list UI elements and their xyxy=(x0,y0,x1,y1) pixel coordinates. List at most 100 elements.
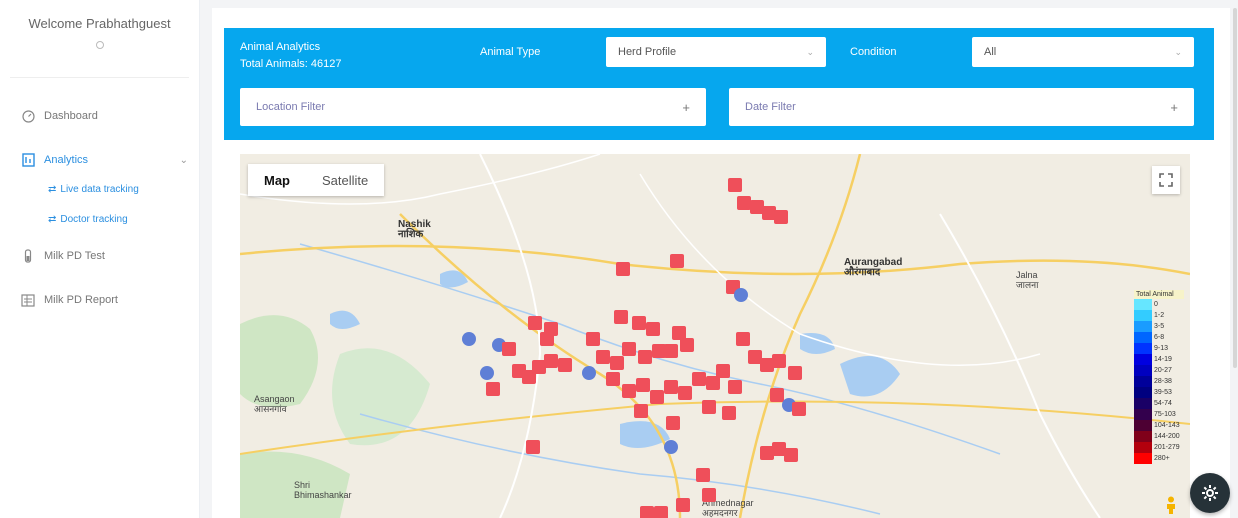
map-marker[interactable] xyxy=(528,316,542,330)
map-marker[interactable] xyxy=(544,354,558,368)
map-marker[interactable] xyxy=(788,366,802,380)
map-marker[interactable] xyxy=(736,332,750,346)
legend-row: 75-103 xyxy=(1134,409,1184,420)
map-marker[interactable] xyxy=(706,376,720,390)
map-marker[interactable] xyxy=(650,390,664,404)
map-marker[interactable] xyxy=(664,440,678,454)
sidebar-divider xyxy=(10,77,189,78)
legend-value: 3-5 xyxy=(1154,323,1165,330)
map-marker[interactable] xyxy=(632,316,646,330)
map-view[interactable]: Map Satellite Nashik नाशिक Aurangabad औरंग… xyxy=(240,154,1190,518)
map-marker[interactable] xyxy=(616,262,630,276)
map-marker[interactable] xyxy=(722,406,736,420)
legend-value: 9-13 xyxy=(1154,345,1169,352)
map-marker[interactable] xyxy=(558,358,572,372)
map-marker[interactable] xyxy=(678,386,692,400)
sidebar-item-dashboard[interactable]: Dashboard xyxy=(20,104,200,128)
map-marker[interactable] xyxy=(540,332,554,346)
map-marker[interactable] xyxy=(666,416,680,430)
legend-value: 75-103 xyxy=(1154,411,1176,418)
map-marker[interactable] xyxy=(692,372,706,386)
map-marker[interactable] xyxy=(702,488,716,502)
legend-value: 104-143 xyxy=(1154,422,1180,429)
sidebar-item-label: Milk PD Report xyxy=(44,294,118,306)
date-filter[interactable]: Date Filter + xyxy=(729,88,1194,126)
legend-swatch xyxy=(1134,453,1152,464)
satellite-tab[interactable]: Satellite xyxy=(306,164,384,196)
city-label: Jalna जालना xyxy=(1016,270,1039,290)
fullscreen-button[interactable] xyxy=(1152,166,1180,194)
legend-row: 201-279 xyxy=(1134,442,1184,453)
sidebar-item-label: Analytics xyxy=(44,154,89,166)
sidebar-item-analytics[interactable]: Analytics ⌄ xyxy=(20,148,200,172)
analytics-title-block: Animal Analytics Total Animals: 46127 xyxy=(240,39,342,73)
map-marker[interactable] xyxy=(770,388,784,402)
condition-value: All xyxy=(984,46,997,58)
map-marker[interactable] xyxy=(654,506,668,518)
map-marker[interactable] xyxy=(728,380,742,394)
animal-type-select[interactable]: Herd Profile ⌄ xyxy=(606,37,826,67)
map-marker[interactable] xyxy=(480,366,494,380)
sub-item-icon: ⇄ xyxy=(48,183,57,195)
map-marker[interactable] xyxy=(646,322,660,336)
map-marker[interactable] xyxy=(638,350,652,364)
chevron-down-icon: ⌄ xyxy=(806,46,814,57)
map-marker[interactable] xyxy=(634,404,648,418)
map-marker[interactable] xyxy=(696,468,710,482)
map-marker[interactable] xyxy=(680,338,694,352)
analytics-icon xyxy=(20,152,36,168)
map-marker[interactable] xyxy=(784,448,798,462)
legend-value: 144-200 xyxy=(1154,433,1180,440)
map-marker[interactable] xyxy=(664,344,678,358)
map-marker[interactable] xyxy=(734,288,748,302)
legend-swatch xyxy=(1134,398,1152,409)
location-filter[interactable]: Location Filter + xyxy=(240,88,706,126)
map-marker[interactable] xyxy=(716,364,730,378)
map-marker[interactable] xyxy=(486,382,500,396)
map-marker[interactable] xyxy=(586,332,600,346)
legend-value: 39-53 xyxy=(1154,389,1172,396)
legend-value: 28-38 xyxy=(1154,378,1172,385)
map-tab[interactable]: Map xyxy=(248,164,306,196)
map-marker[interactable] xyxy=(582,366,596,380)
map-marker[interactable] xyxy=(606,372,620,386)
sidebar-subitem-doctor-tracking[interactable]: ⇄ Doctor tracking xyxy=(48,208,200,230)
map-marker[interactable] xyxy=(676,498,690,512)
user-status-icon xyxy=(95,41,104,49)
map-marker[interactable] xyxy=(792,402,806,416)
map-marker[interactable] xyxy=(640,506,654,518)
map-marker[interactable] xyxy=(622,384,636,398)
map-marker[interactable] xyxy=(664,380,678,394)
welcome-text: Welcome Prabhathguest xyxy=(28,16,171,31)
map-marker[interactable] xyxy=(670,254,684,268)
map-marker[interactable] xyxy=(462,332,476,346)
legend-swatch xyxy=(1134,332,1152,343)
legend-row: 3-5 xyxy=(1134,321,1184,332)
filter-header: Animal Analytics Total Animals: 46127 An… xyxy=(224,28,1214,140)
map-marker[interactable] xyxy=(636,378,650,392)
legend-value: 0 xyxy=(1154,301,1158,308)
map-marker[interactable] xyxy=(526,440,540,454)
map-marker[interactable] xyxy=(702,400,716,414)
condition-select[interactable]: All ⌄ xyxy=(972,37,1194,67)
sidebar-item-milk-pd-test[interactable]: Milk PD Test xyxy=(20,244,200,268)
map-marker[interactable] xyxy=(596,350,610,364)
legend-value: 1-2 xyxy=(1154,312,1165,319)
sidebar-item-milk-pd-report[interactable]: Milk PD Report xyxy=(20,288,200,312)
settings-button[interactable] xyxy=(1190,473,1230,513)
page-scrollbar[interactable] xyxy=(1233,8,1237,368)
city-label: Aurangabad औरंगाबाद xyxy=(844,257,903,278)
map-marker[interactable] xyxy=(772,354,786,368)
legend-swatch xyxy=(1134,310,1152,321)
pegman-icon[interactable] xyxy=(1164,496,1178,514)
app-root: Welcome Prabhathguest Dashboard Analytic… xyxy=(0,0,1238,518)
sidebar-subitem-live-tracking[interactable]: ⇄ Live data tracking xyxy=(48,178,200,200)
map-marker[interactable] xyxy=(728,178,742,192)
map-marker[interactable] xyxy=(737,196,751,210)
legend-swatch xyxy=(1134,343,1152,354)
map-marker[interactable] xyxy=(622,342,636,356)
map-marker[interactable] xyxy=(614,310,628,324)
map-marker[interactable] xyxy=(610,356,624,370)
map-marker[interactable] xyxy=(774,210,788,224)
map-marker[interactable] xyxy=(502,342,516,356)
